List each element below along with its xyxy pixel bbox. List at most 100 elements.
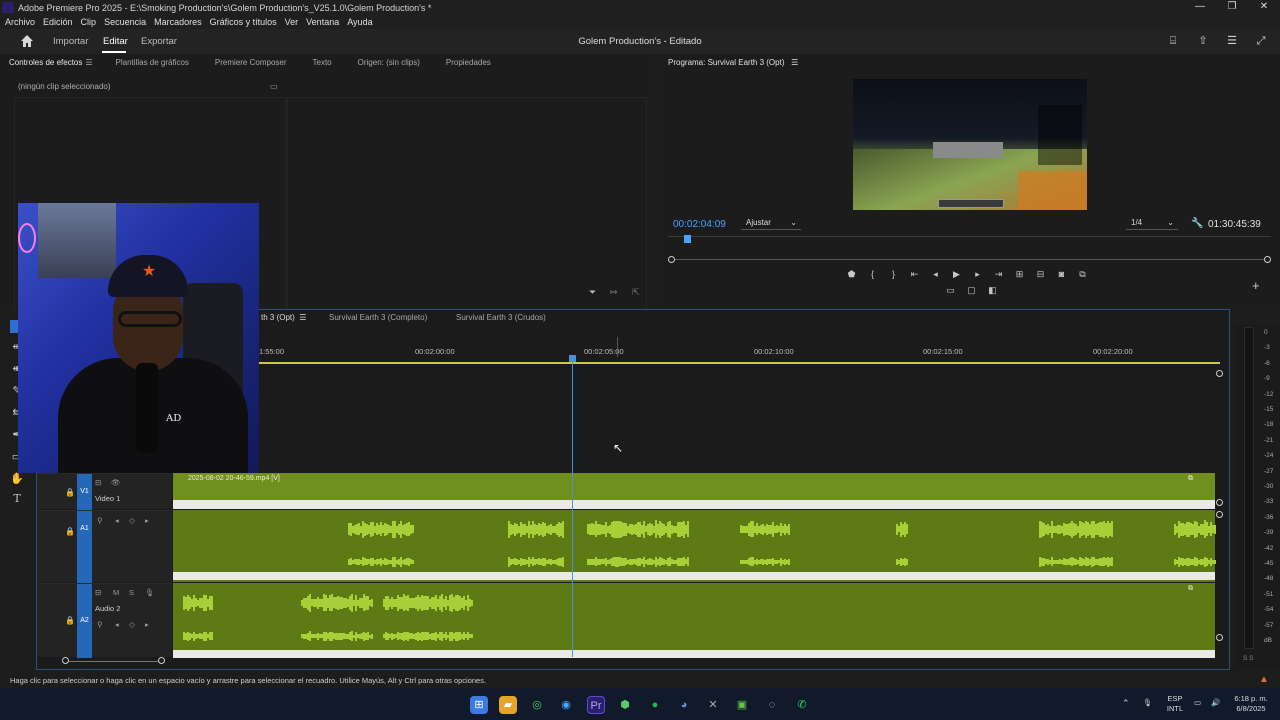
play-effect-icon[interactable]: ↦ (610, 287, 618, 298)
menu-icon[interactable]: ☰ (1226, 35, 1238, 47)
program-tab[interactable]: Programa: Survival Earth 3 (Opt) ☰ (668, 58, 798, 67)
mark-out-icon[interactable]: } (883, 269, 904, 283)
work-area-bar[interactable] (257, 362, 1220, 364)
add-button-icon[interactable]: + (1252, 278, 1260, 293)
vscroll-handle-bottom[interactable] (1216, 634, 1223, 641)
track-target-v1[interactable]: V1 (77, 474, 92, 510)
tab-premiere-composer[interactable]: Premiere Composer (215, 58, 287, 67)
minecraft-launcher-icon[interactable]: ⬢ (616, 696, 634, 714)
add-keyframe-icon[interactable]: ◇ (129, 516, 135, 525)
timeline-playhead-line[interactable] (572, 357, 573, 657)
play-icon[interactable]: ▶ (946, 269, 967, 283)
timeline-playhead-head[interactable] (569, 355, 576, 362)
solo-meter-buttons[interactable]: S S (1243, 655, 1253, 662)
mute-button[interactable]: M (113, 588, 119, 597)
vscroll-handle[interactable] (1216, 511, 1223, 518)
monitor-zoom-bar[interactable] (672, 259, 1269, 260)
type-tool-icon[interactable]: T (10, 492, 24, 506)
add-keyframe-icon[interactable]: ◇ (129, 620, 135, 629)
safe-margins-icon[interactable]: ▢ (961, 285, 982, 299)
tab-properties[interactable]: Propiedades (446, 58, 491, 67)
monitor-playhead[interactable] (683, 235, 691, 243)
track-target-a1[interactable]: A1 (77, 511, 92, 583)
obs-icon[interactable]: ◌ (763, 696, 781, 714)
sync-lock-icon[interactable]: ⊟ (95, 588, 101, 597)
timeline-vertical-zoom[interactable] (1216, 362, 1224, 662)
fit-dropdown[interactable]: Ajustar ⌄ (741, 216, 801, 230)
go-to-in-icon[interactable]: ⇤ (904, 269, 925, 283)
track-target-a2[interactable]: A2 (77, 584, 92, 658)
export-frame-icon[interactable]: ◙ (1051, 269, 1072, 283)
monitor-time-ruler[interactable] (668, 236, 1271, 246)
panel-toggle-icon[interactable]: ▭ (270, 82, 278, 91)
eye-icon[interactable]: 👁 (111, 478, 121, 487)
resolution-dropdown[interactable]: 1/4 ⌄ (1126, 216, 1178, 230)
tray-network-icon[interactable]: ▭ (1194, 698, 1201, 708)
zoom-handle-right[interactable] (158, 657, 165, 664)
insert-icon[interactable]: ⊞ (1009, 269, 1030, 283)
hand-icon[interactable]: ✋ (10, 472, 24, 486)
workspaces-icon[interactable]: ⌸ (1167, 35, 1179, 47)
tab-text[interactable]: Texto (313, 58, 332, 67)
menu-archivo[interactable]: Archivo (5, 17, 35, 27)
tray-volume-icon[interactable]: 🔊 (1211, 698, 1220, 708)
volume-knob-icon[interactable]: ⚲ (97, 516, 103, 525)
capcut-icon[interactable]: ✕ (704, 696, 722, 714)
close-button[interactable]: ✕ (1248, 0, 1280, 15)
step-forward-icon[interactable]: ▸ (967, 269, 988, 283)
lock-icon[interactable]: 🔒 (65, 488, 75, 497)
tab-sequence-crudos[interactable]: Survival Earth 3 (Crudos) (456, 313, 546, 322)
tray-chevron-icon[interactable]: ⌃ (1122, 698, 1130, 708)
menu-ver[interactable]: Ver (285, 17, 299, 27)
menu-ventana[interactable]: Ventana (306, 17, 339, 27)
timeline-zoom-bar[interactable] (65, 661, 161, 662)
lock-icon[interactable]: 🔒 (65, 527, 75, 536)
menu-secuencia[interactable]: Secuencia (104, 17, 146, 27)
whatsapp-icon[interactable]: ✆ (793, 696, 811, 714)
lift-icon[interactable]: ▭ (940, 285, 961, 299)
microphone-icon[interactable]: 🎙 (145, 588, 155, 597)
menu-marcadores[interactable]: Marcadores (154, 17, 202, 27)
lock-icon[interactable]: 🔒 (65, 616, 75, 625)
menu-ayuda[interactable]: Ayuda (347, 17, 372, 27)
sync-lock-icon[interactable]: ⊟ (95, 478, 101, 487)
solo-button[interactable]: S (129, 588, 134, 597)
filter-icon[interactable]: ⏷ (589, 287, 596, 298)
tab-effect-controls[interactable]: Controles de efectos (9, 58, 82, 67)
tab-sequence-opt[interactable]: th 3 (Opt) ☰ (261, 313, 306, 322)
prev-keyframe-icon[interactable]: ◂ (115, 516, 119, 525)
xbox-icon[interactable]: ◎ (528, 696, 546, 714)
keyboard-language[interactable]: ESP INTL (1162, 694, 1188, 714)
add-marker-icon[interactable]: ⬟ (841, 269, 862, 283)
audio-clip-a1[interactable] (173, 510, 1216, 582)
tray-mic-icon[interactable]: 🎙 (1143, 698, 1153, 708)
zoom-handle-left[interactable] (62, 657, 69, 664)
share-icon[interactable]: ⇧ (1197, 35, 1209, 47)
playhead-timecode[interactable]: 00:02:04:09 (673, 219, 726, 230)
windows-start-icon[interactable]: ⊞ (470, 696, 488, 714)
next-keyframe-icon[interactable]: ▸ (145, 516, 149, 525)
vscroll-handle[interactable] (1216, 499, 1223, 506)
maximize-button[interactable]: ❐ (1216, 0, 1248, 15)
fullscreen-icon[interactable]: ⤢ (1255, 35, 1267, 47)
tray-clock[interactable]: 6:18 p. m. 6/8/2025 (1228, 694, 1274, 714)
panel-menu-icon[interactable]: ☰ (85, 58, 92, 67)
menu-edicion[interactable]: Edición (43, 17, 73, 27)
zoom-handle-left[interactable] (668, 256, 675, 263)
export-effect-icon[interactable]: ⇱ (632, 287, 640, 298)
step-back-icon[interactable]: ◂ (925, 269, 946, 283)
tab-graphic-templates[interactable]: Plantillas de gráficos (116, 58, 189, 67)
next-keyframe-icon[interactable]: ▸ (145, 620, 149, 629)
compare-icon[interactable]: ⧉ (1072, 269, 1093, 283)
program-video-frame[interactable] (853, 79, 1087, 210)
audio-clip-a2[interactable]: ⧉ (173, 583, 1215, 658)
go-to-out-icon[interactable]: ⇥ (988, 269, 1009, 283)
warning-icon[interactable]: ▲ (1259, 675, 1269, 685)
tab-source[interactable]: Origen: (sin clips) (358, 58, 420, 67)
file-explorer-icon[interactable]: ▰ (499, 696, 517, 714)
comparison-view-icon[interactable]: ◧ (982, 285, 1003, 299)
menu-graficos[interactable]: Gráficos y títulos (210, 17, 277, 27)
chrome-icon[interactable]: ◉ (557, 696, 575, 714)
vscroll-handle-top[interactable] (1216, 370, 1223, 377)
premiere-taskbar-icon[interactable]: Pr (587, 696, 605, 714)
